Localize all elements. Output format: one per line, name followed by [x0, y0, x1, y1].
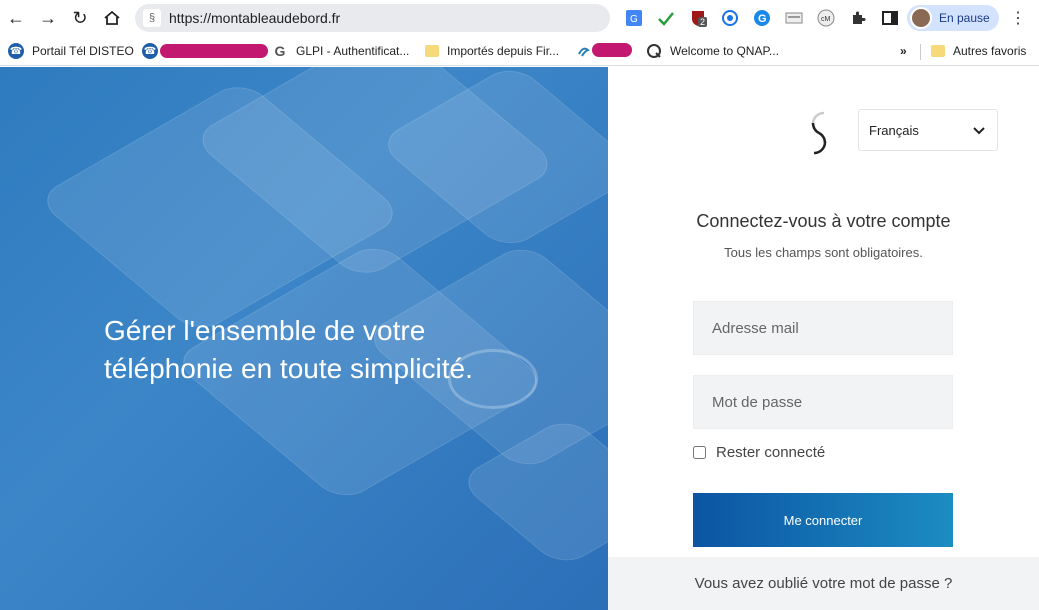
phone-icon: ☎ — [8, 43, 24, 59]
bookmark-label: Autres favoris — [953, 44, 1027, 58]
svg-text:G: G — [630, 14, 638, 25]
grammarly-extension-icon[interactable]: G — [752, 8, 772, 28]
svg-text:G: G — [758, 13, 767, 25]
home-icon[interactable] — [96, 0, 128, 36]
bookmark-item[interactable]: G GLPI - Authentificat... — [272, 42, 410, 60]
g-icon: G — [274, 43, 286, 59]
profile-status: En pause — [939, 11, 990, 25]
login-subtitle: Tous les champs sont obligatoires. — [724, 245, 923, 260]
hero-banner: Gérer l'ensemble de votre téléphonie en … — [0, 67, 608, 610]
address-bar-url: https://montableaudebord.fr — [169, 10, 341, 26]
remember-me-checkbox[interactable] — [693, 446, 706, 459]
forgot-password-link[interactable]: Vous avez oublié votre mot de passe ? — [608, 557, 1039, 610]
hero-headline: Gérer l'ensemble de votre téléphonie en … — [104, 315, 473, 384]
more-menu-icon[interactable]: ⋮ — [1010, 7, 1026, 29]
avatar — [910, 7, 932, 29]
language-select[interactable]: Français — [858, 109, 998, 151]
password-field[interactable] — [693, 375, 953, 429]
phone-mockup-image — [455, 415, 608, 569]
forward-icon[interactable]: → — [32, 0, 64, 36]
login-button[interactable]: Me connecter — [693, 493, 953, 547]
side-panel-icon[interactable] — [880, 8, 900, 28]
login-panel: Français Connectez-vous à votre compte T… — [608, 67, 1039, 610]
keyboard-extension-icon[interactable] — [784, 8, 804, 28]
brand-logo — [802, 109, 836, 157]
email-field[interactable] — [693, 301, 953, 355]
bookmark-label: Portail Tél DISTEO — [32, 44, 134, 58]
translate-extension-icon[interactable]: G — [624, 8, 644, 28]
ublock-extension-icon[interactable]: 2 — [688, 8, 708, 28]
svg-text:cM: cM — [821, 16, 831, 23]
redaction-mark — [592, 43, 632, 57]
bookmarks-bar: ☎ Portail Tél DISTEO ☎ G GLPI - Authenti… — [0, 36, 1039, 66]
bookmark-label: Welcome to QNAP... — [670, 44, 779, 58]
bookmark-item[interactable]: ☎ Portail Tél DISTEO — [8, 42, 134, 60]
bookmark-item[interactable]: Welcome to QNAP... — [646, 42, 779, 60]
chevron-down-icon — [973, 122, 985, 138]
bookmark-label: GLPI - Authentificat... — [296, 44, 410, 58]
divider — [920, 44, 921, 60]
back-icon[interactable]: ← — [0, 0, 32, 36]
qnap-icon — [646, 43, 662, 59]
phone-icon: ☎ — [142, 43, 158, 59]
bookmark-label: Importés depuis Fir... — [447, 44, 560, 58]
folder-icon — [425, 45, 439, 57]
site-info-icon[interactable]: § — [143, 9, 161, 27]
extensions-puzzle-icon[interactable] — [848, 8, 868, 28]
reload-icon[interactable]: ↻ — [64, 0, 96, 36]
address-bar[interactable]: § https://montableaudebord.fr — [135, 4, 610, 32]
remember-me[interactable]: Rester connecté — [693, 444, 825, 461]
extension-badge: 2 — [698, 17, 708, 27]
remember-me-label: Rester connecté — [716, 444, 826, 461]
mailmeteor-extension-icon[interactable]: cM — [816, 8, 836, 28]
redaction-mark — [160, 44, 268, 58]
login-title: Connectez-vous à votre compte — [696, 211, 951, 231]
bookmark-item[interactable]: Importés depuis Fir... — [425, 42, 559, 60]
circle-extension-icon[interactable] — [720, 8, 740, 28]
folder-icon — [931, 45, 945, 57]
swirl-icon — [575, 43, 591, 59]
profile-button[interactable]: En pause — [907, 5, 999, 31]
bookmarks-overflow-button[interactable]: » — [900, 42, 907, 60]
language-select-value: Français — [869, 122, 919, 138]
spellcheck-extension-icon[interactable] — [656, 8, 676, 28]
other-bookmarks-folder[interactable]: Autres favoris — [931, 42, 1026, 60]
